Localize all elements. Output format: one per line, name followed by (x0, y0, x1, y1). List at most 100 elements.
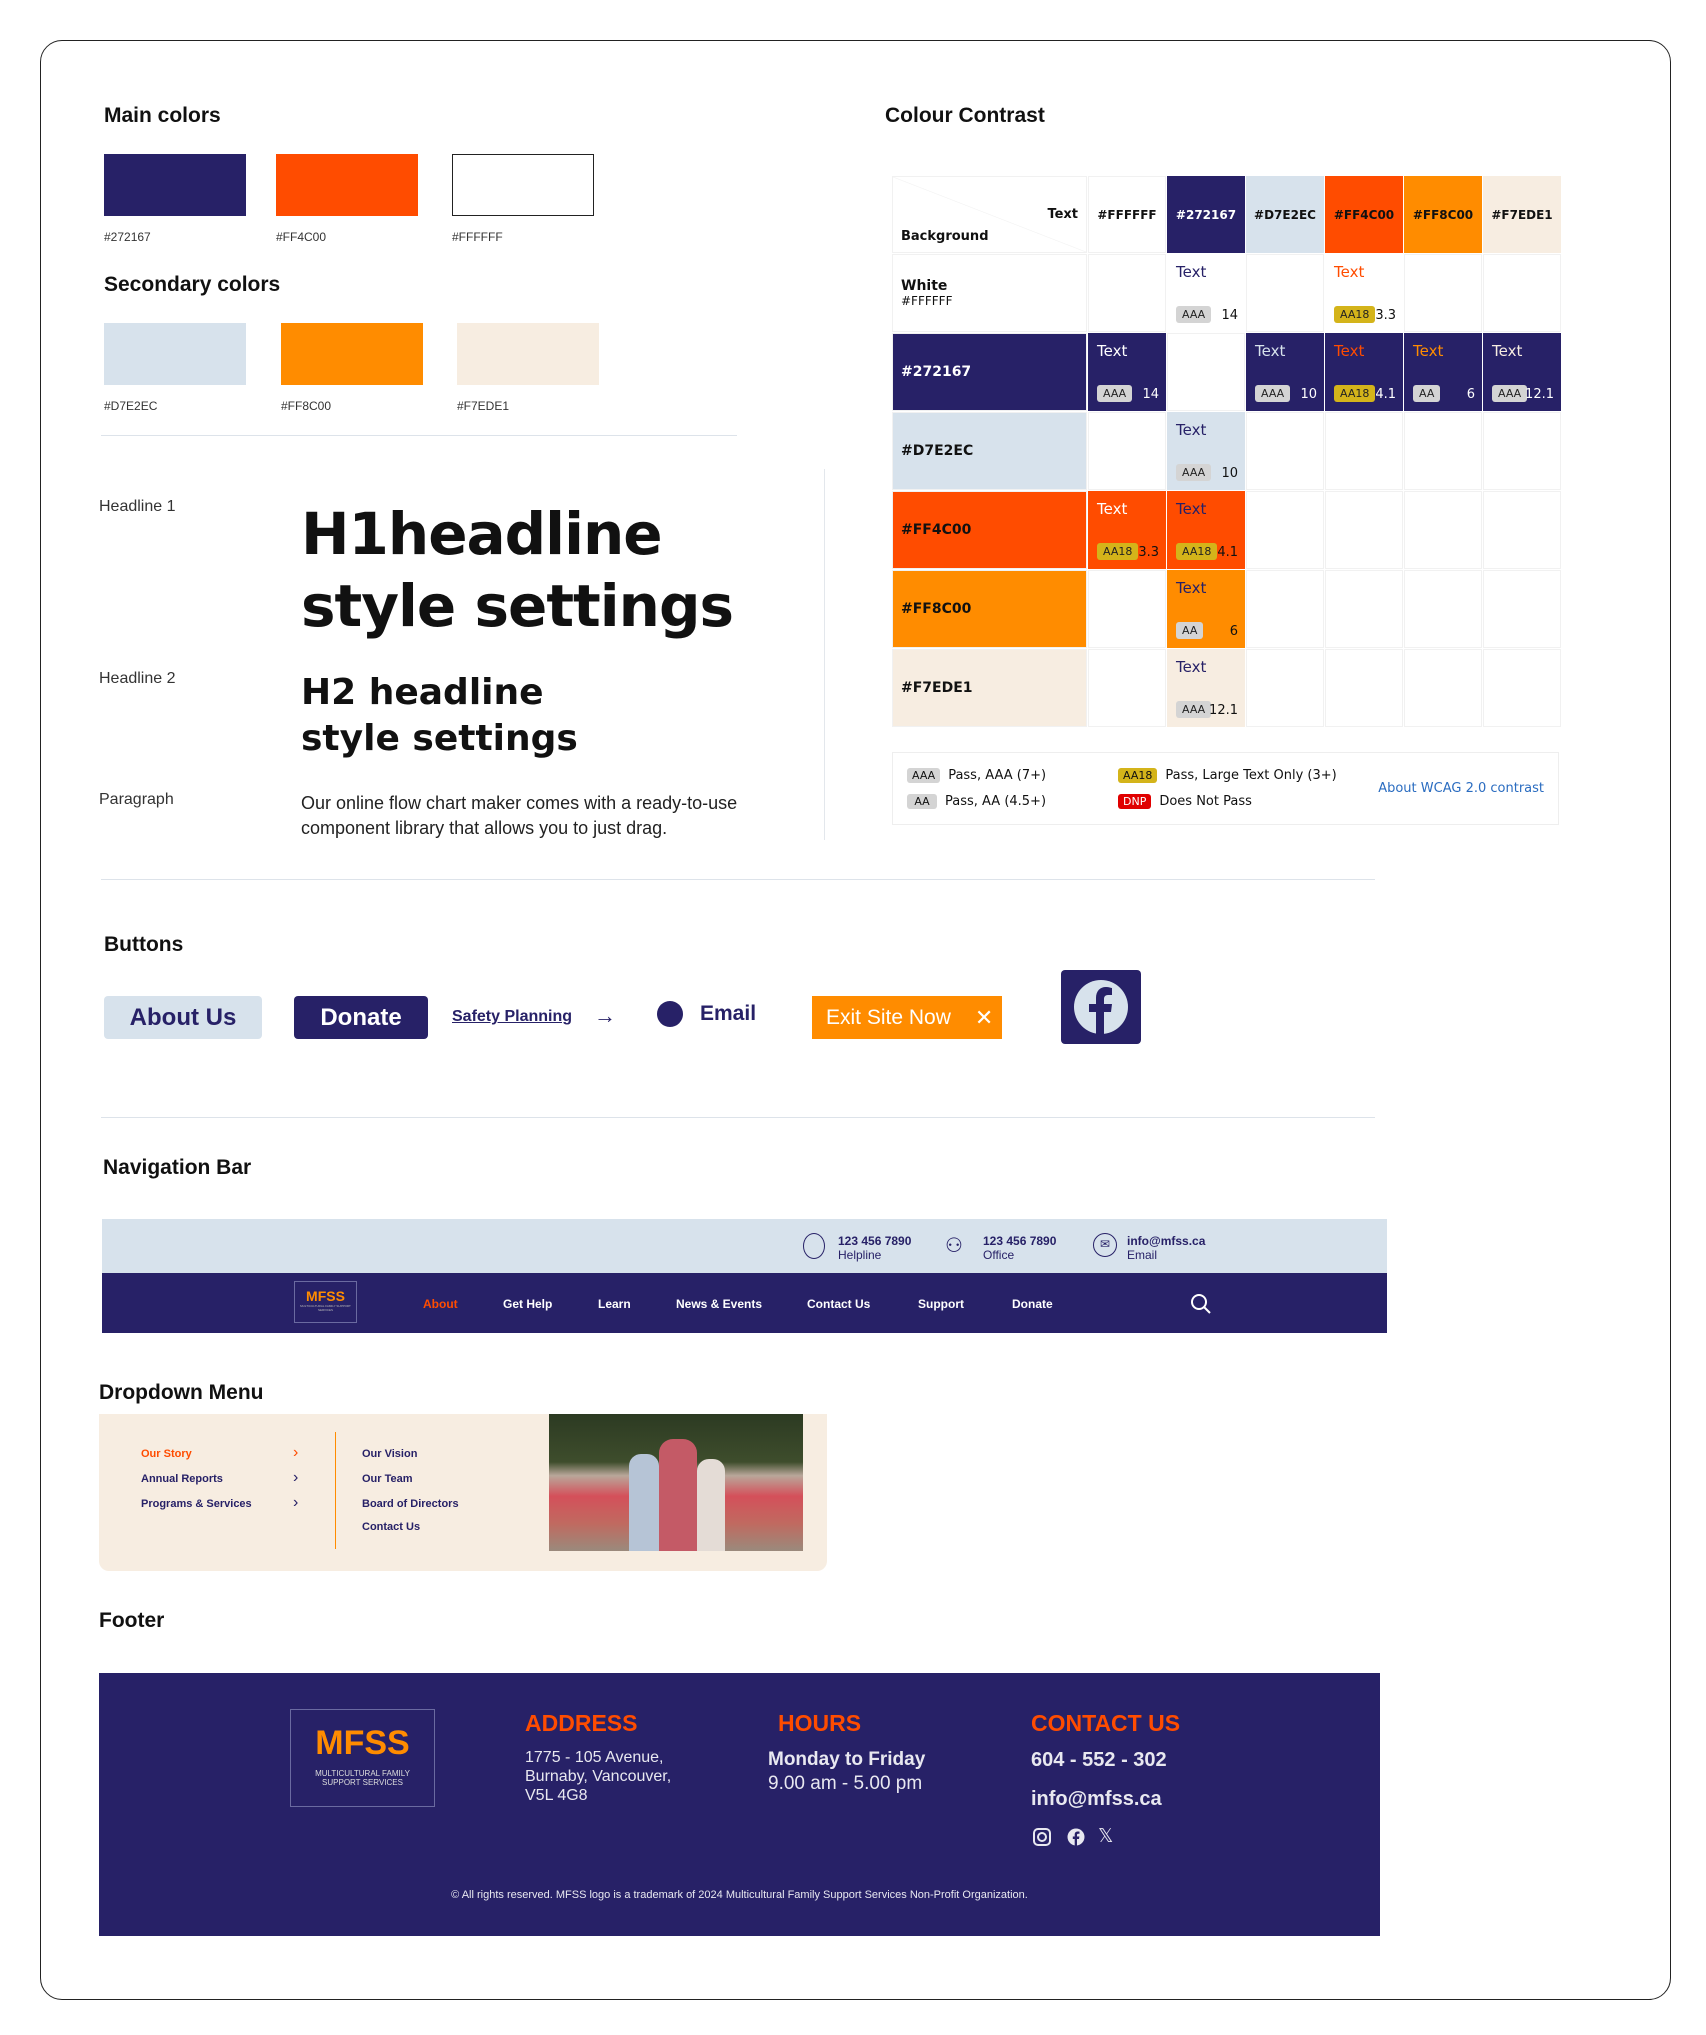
nav-item-donate[interactable]: Donate (1012, 1297, 1053, 1311)
rating-badge: AAA (1492, 385, 1528, 402)
dropdown-item-our-vision[interactable]: Our Vision (362, 1448, 417, 1460)
contrast-cell: Text AA 6 (1404, 333, 1482, 411)
rating-badge: AA18 (1097, 543, 1139, 560)
contrast-row: White #FFFFFF Text AAA 14 Text AA18 3.3 (892, 254, 1561, 332)
main-colors-title: Main colors (104, 104, 221, 127)
empty-cell (1404, 491, 1482, 569)
empty-cell (1483, 254, 1561, 332)
about-us-button[interactable]: About Us (104, 996, 262, 1039)
nav-item-contact-us[interactable]: Contact Us (807, 1297, 870, 1311)
column-header: #272167 (1167, 176, 1245, 253)
row-label: #D7E2EC (901, 443, 974, 459)
dropdown-item-programs[interactable]: Programs & Services (141, 1498, 252, 1510)
nav-item-about[interactable]: About (423, 1297, 458, 1311)
para-line: component library that allows you to jus… (301, 818, 668, 838)
dropdown-item-our-story[interactable]: Our Story (141, 1448, 192, 1460)
sample-text: Text (1334, 263, 1365, 281)
footer-email[interactable]: info@mfss.ca (1031, 1788, 1162, 1811)
contrast-cell: Text AAA 10 (1167, 412, 1245, 490)
empty-cell (1088, 412, 1166, 490)
dropdown-item-board[interactable]: Board of Directors (362, 1498, 459, 1510)
wcag-link[interactable]: About WCAG 2.0 contrast (1378, 781, 1544, 796)
facebook-icon[interactable] (1066, 1827, 1086, 1847)
empty-cell (1246, 412, 1324, 490)
search-icon[interactable] (1190, 1293, 1212, 1315)
exit-site-button[interactable]: Exit Site Now ✕ (812, 996, 1002, 1039)
x-twitter-icon[interactable]: 𝕏 (1098, 1825, 1113, 1848)
empty-cell (1325, 412, 1403, 490)
h1-label: Headline 1 (99, 498, 176, 515)
contrast-row: #FF8C00 Text AA 6 (892, 570, 1561, 648)
email-button[interactable]: Email (700, 1002, 756, 1026)
rating-badge: AA18 (1176, 543, 1218, 560)
sample-text: Text (1097, 342, 1128, 360)
paragraph-label: Paragraph (99, 791, 174, 808)
para-line: Our online flow chart maker comes with a… (301, 793, 738, 813)
footer-phone[interactable]: 604 - 552 - 302 (1031, 1749, 1167, 1772)
h2-line: H2 headline (301, 672, 544, 713)
empty-cell (1246, 254, 1324, 332)
dropdown-item-annual-reports[interactable]: Annual Reports (141, 1473, 223, 1485)
legend-text: Does Not Pass (1159, 794, 1252, 809)
swatch-ff4c00 (276, 154, 418, 216)
row-label: #F7EDE1 (901, 680, 973, 696)
close-icon: ✕ (974, 1004, 994, 1030)
contrast-ratio: 14 (1221, 308, 1238, 323)
dropdown-item-our-team[interactable]: Our Team (362, 1473, 413, 1485)
legend-item: AAA Pass, AAA (7+) (907, 768, 1046, 783)
empty-cell (1404, 649, 1482, 727)
legend-badge: AAA (907, 768, 941, 783)
legend-text: Pass, Large Text Only (3+) (1165, 768, 1337, 783)
empty-cell (1404, 570, 1482, 648)
swatch-272167 (104, 154, 246, 216)
photo-figure (629, 1454, 659, 1551)
contrast-cell: Text AAA 14 (1167, 254, 1245, 332)
helpline-contact[interactable]: 123 456 7890 Helpline (838, 1234, 911, 1262)
footer-title: Footer (99, 1609, 165, 1632)
navbar-logo[interactable]: MFSS MULTICULTURAL FAMILY SUPPORT SERVICE… (294, 1281, 357, 1323)
contrast-cell: Text AA18 4.1 (1325, 333, 1403, 411)
legend-badge: AA (907, 794, 937, 809)
hours-heading: HOURS (778, 1710, 862, 1736)
logo-subtext: MULTICULTURAL FAMILY (315, 1769, 410, 1778)
sample-text: Text (1176, 658, 1207, 676)
rating-badge: AAA (1255, 385, 1291, 402)
rating-badge: AAA (1176, 464, 1212, 481)
empty-cell (1088, 254, 1166, 332)
instagram-icon[interactable] (1032, 1827, 1052, 1847)
nav-item-learn[interactable]: Learn (598, 1297, 631, 1311)
sample-text: Text (1097, 500, 1128, 518)
contrast-row: #F7EDE1 Text AAA 12.1 (892, 649, 1561, 727)
swatch-label: #F7EDE1 (457, 399, 510, 413)
nav-item-news-events[interactable]: News & Events (676, 1297, 762, 1311)
row-header: White #FFFFFF (892, 254, 1087, 332)
contrast-ratio: 4.1 (1217, 545, 1238, 560)
chevron-right-icon: › (293, 1469, 299, 1486)
legend-badge: DNP (1118, 794, 1152, 809)
contrast-cell: Text AA18 4.1 (1167, 491, 1245, 569)
sample-text: Text (1413, 342, 1444, 360)
contrast-row: #FF4C00 Text AA18 3.3 Text AA18 4.1 (892, 491, 1561, 569)
address-line: V5L 4G8 (525, 1787, 588, 1804)
sample-text: Text (1492, 342, 1523, 360)
contrast-ratio: 3.3 (1375, 308, 1396, 323)
empty-cell (1483, 570, 1561, 648)
email-contact[interactable]: info@mfss.ca Email (1127, 1234, 1205, 1262)
safety-planning-link[interactable]: Safety Planning (452, 1008, 572, 1026)
facebook-button[interactable] (1061, 970, 1141, 1044)
h1-sample: H1headline style settings (301, 498, 734, 642)
nav-item-get-help[interactable]: Get Help (503, 1297, 552, 1311)
contrast-cell: Text AA18 3.3 (1325, 254, 1403, 332)
office-contact[interactable]: 123 456 7890 Office (983, 1234, 1056, 1262)
column-header: #FF8C00 (1404, 176, 1482, 253)
row-label: #272167 (901, 364, 972, 380)
legend-item: AA Pass, AA (4.5+) (907, 794, 1046, 809)
donate-button[interactable]: Donate (294, 996, 428, 1039)
empty-cell (1088, 649, 1166, 727)
nav-item-support[interactable]: Support (918, 1297, 964, 1311)
office-person-icon: ⚇ (945, 1235, 963, 1257)
logo-subtext: SUPPORT SERVICES (322, 1778, 403, 1787)
dropdown-item-contact-us[interactable]: Contact Us (362, 1521, 420, 1533)
facebook-icon (1074, 980, 1128, 1034)
row-header: #FF4C00 (892, 491, 1087, 569)
